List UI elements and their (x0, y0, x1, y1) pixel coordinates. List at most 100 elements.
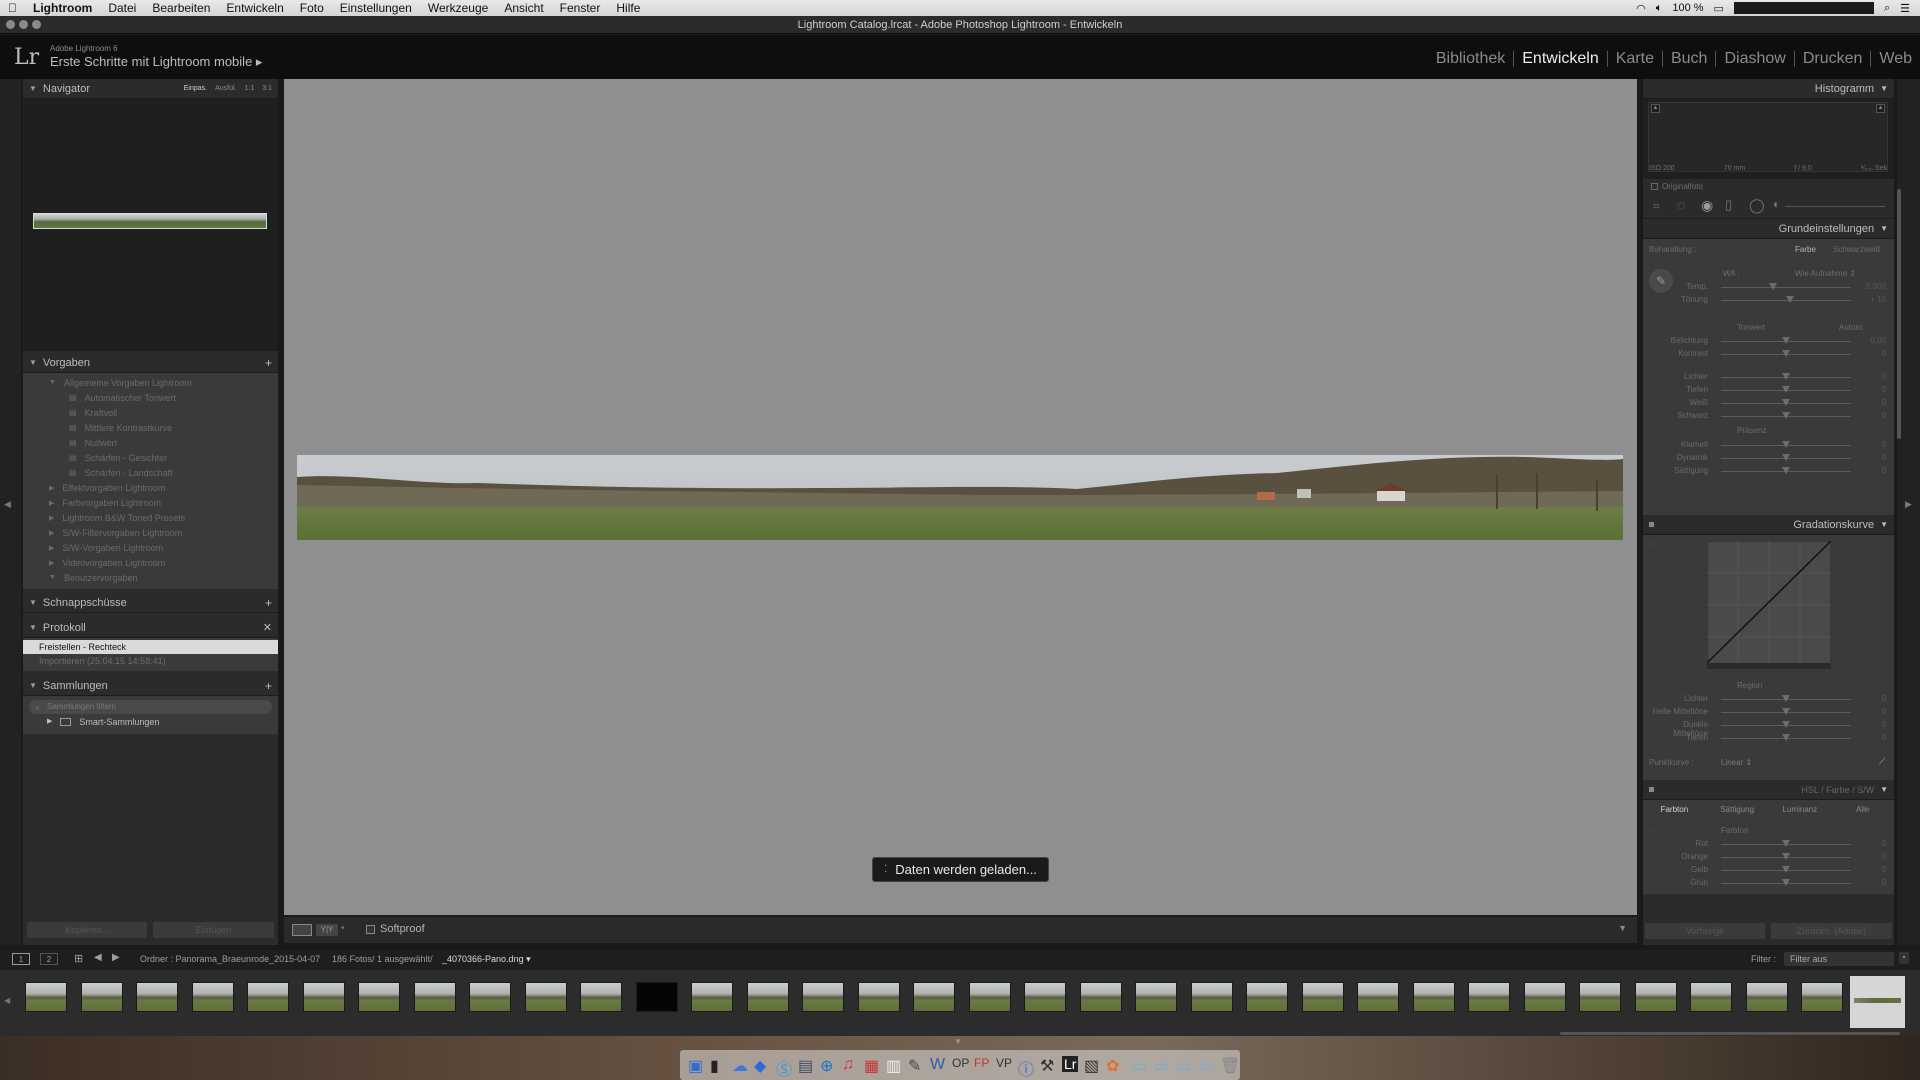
before-after-icon[interactable]: Y|Y (316, 924, 338, 936)
slider-value[interactable]: 0 (1882, 720, 1886, 729)
history-item-selected[interactable]: Freistellen - Rechteck (23, 640, 278, 654)
filmstrip-thumbnail[interactable] (802, 982, 844, 1012)
word-icon[interactable]: W (930, 1056, 945, 1074)
original-photo-checkbox[interactable] (1651, 182, 1658, 190)
slider-row[interactable]: Belichtung 0,00 (1643, 335, 1894, 347)
filmstrip-thumbnail[interactable] (1745, 982, 1788, 1012)
presets-header[interactable]: ▼ Vorgaben + (23, 353, 278, 373)
slider-knob[interactable] (1782, 879, 1790, 886)
slider-knob[interactable] (1782, 695, 1790, 702)
tool-app-icon[interactable]: ⚒ (1040, 1056, 1054, 1076)
menu-ansicht[interactable]: Ansicht (496, 0, 551, 16)
folder-icon[interactable]: ▭ (1154, 1056, 1169, 1076)
zoom-3-1[interactable]: 3:1 (262, 85, 272, 92)
filmstrip-toggle-icon[interactable]: ▼ (954, 1037, 962, 1046)
treatment-color[interactable]: Farbe (1795, 245, 1816, 254)
slider-value[interactable]: 0 (1882, 385, 1886, 394)
slider-value[interactable]: 0 (1882, 694, 1886, 703)
slider-row[interactable]: Schwarz 0 (1643, 410, 1894, 422)
collections-header[interactable]: ▼ Sammlungen + (23, 676, 278, 696)
filmstrip-thumbnail[interactable] (524, 982, 567, 1012)
toolbar-menu-icon[interactable]: ▼ (1618, 923, 1627, 933)
slider-value[interactable]: + 10 (1870, 295, 1886, 304)
slider-row[interactable]: Grün 0 (1643, 877, 1894, 889)
forward-arrow-icon[interactable]: ▶ (112, 952, 120, 963)
tab-alle[interactable]: Alle (1831, 800, 1894, 820)
slider-knob[interactable] (1782, 467, 1790, 474)
slider-value[interactable]: 5.000 (1866, 282, 1886, 291)
slider-value[interactable]: 0 (1882, 372, 1886, 381)
wifi-icon[interactable]: ◠ (1636, 2, 1646, 15)
slider-value[interactable]: 0 (1882, 411, 1886, 420)
slider-value[interactable]: 0 (1882, 865, 1886, 874)
slider-value[interactable]: 0,00 (1870, 336, 1886, 345)
slider-value[interactable]: 0 (1882, 878, 1886, 887)
slider-row[interactable]: Dynamik 0 (1643, 452, 1894, 464)
slider-knob[interactable] (1782, 853, 1790, 860)
slider-row[interactable]: Orange 0 (1643, 851, 1894, 863)
slider-row[interactable]: Lichter 0 (1643, 371, 1894, 383)
cloud-icon[interactable]: ☁ (732, 1056, 748, 1076)
slider-knob[interactable] (1782, 441, 1790, 448)
slider-row[interactable]: Tönung + 10 (1643, 294, 1894, 306)
slider-row[interactable]: Lichter 0 (1643, 693, 1894, 705)
right-panel-scrollbar[interactable] (1897, 189, 1901, 439)
filmstrip-thumbnail[interactable] (1301, 982, 1344, 1012)
filmstrip-thumbnail[interactable] (1579, 982, 1621, 1012)
menu-fenster[interactable]: Fenster (552, 0, 609, 16)
slider-knob[interactable] (1782, 350, 1790, 357)
menu-werkzeuge[interactable]: Werkzeuge (420, 0, 496, 16)
preset-folder[interactable]: ▶ Effektvorgaben Lightroom (23, 480, 278, 495)
folder-icon[interactable]: ▭ (1176, 1056, 1191, 1076)
slider-value[interactable]: 0 (1882, 733, 1886, 742)
notes-icon[interactable]: ▥ (886, 1056, 901, 1076)
slider-value[interactable]: 0 (1882, 466, 1886, 475)
finder-icon[interactable]: ▣ (688, 1056, 703, 1076)
history-header[interactable]: ▼ Protokoll ✕ (23, 618, 278, 638)
targeted-adjust-icon[interactable]: ◌ (1649, 539, 1654, 549)
slider-knob[interactable] (1782, 734, 1790, 741)
loupe-view-icon[interactable] (292, 924, 312, 936)
grid-view-icon[interactable]: ⊞ (74, 952, 83, 965)
slider-track[interactable] (1721, 287, 1851, 288)
filmstrip-thumbnail[interactable] (691, 982, 733, 1012)
filmstrip-thumbnail[interactable] (1801, 982, 1843, 1012)
module-buch[interactable]: Buch (1661, 51, 1715, 67)
collection-item[interactable]: ▶ Smart-Sammlungen (29, 714, 272, 730)
filmstrip-thumbnail[interactable] (358, 982, 400, 1012)
add-preset-icon[interactable]: + (265, 356, 272, 370)
filmstrip-thumbnail[interactable] (1135, 982, 1177, 1012)
module-karte[interactable]: Karte (1606, 51, 1662, 67)
slider-knob[interactable] (1782, 454, 1790, 461)
slider-row[interactable]: Klarheit 0 (1643, 439, 1894, 451)
op-app-icon[interactable]: OP (952, 1056, 969, 1070)
zoom-window-icon[interactable] (32, 20, 41, 29)
slider-row[interactable]: Rot 0 (1643, 838, 1894, 850)
module-bibliothek[interactable]: Bibliothek (1428, 51, 1513, 67)
slider-knob[interactable] (1782, 337, 1790, 344)
filmstrip-thumbnail[interactable] (1246, 982, 1288, 1012)
left-edge-strip[interactable]: ◀ (0, 79, 21, 945)
collections-search-field[interactable]: ⌕ Sammlungen filtern (29, 700, 272, 714)
filmstrip-thumbnail[interactable] (746, 982, 789, 1012)
filmstrip-thumbnail[interactable] (469, 982, 511, 1012)
dropbox-icon[interactable]: ◆ (754, 1056, 766, 1076)
image-canvas[interactable] (284, 79, 1637, 915)
lightroom-dock-icon[interactable]: Lr (1062, 1056, 1079, 1072)
filmstrip-thumbnail[interactable] (1024, 982, 1066, 1012)
previous-button[interactable]: Vorherige (1645, 923, 1765, 939)
minimize-window-icon[interactable] (19, 20, 28, 29)
filmstrip-thumbnail[interactable] (1190, 982, 1233, 1012)
slider-value[interactable]: 0 (1882, 349, 1886, 358)
filmstrip-thumbnail[interactable] (302, 982, 345, 1012)
slider-knob[interactable] (1782, 721, 1790, 728)
copy-button[interactable]: Kopieren... (27, 922, 147, 938)
navigator-preview[interactable] (23, 99, 278, 351)
collapse-left-icon[interactable]: ◀ (4, 499, 11, 510)
slider-row[interactable]: Weiß 0 (1643, 397, 1894, 409)
music-icon[interactable]: ♫ (842, 1056, 854, 1074)
spot-removal-icon[interactable]: ◌ (1677, 197, 1685, 213)
edit-point-curve-icon[interactable]: ⟋ (1879, 756, 1885, 767)
module-drucken[interactable]: Drucken (1793, 51, 1871, 67)
menu-bearbeiten[interactable]: Bearbeiten (144, 0, 218, 16)
